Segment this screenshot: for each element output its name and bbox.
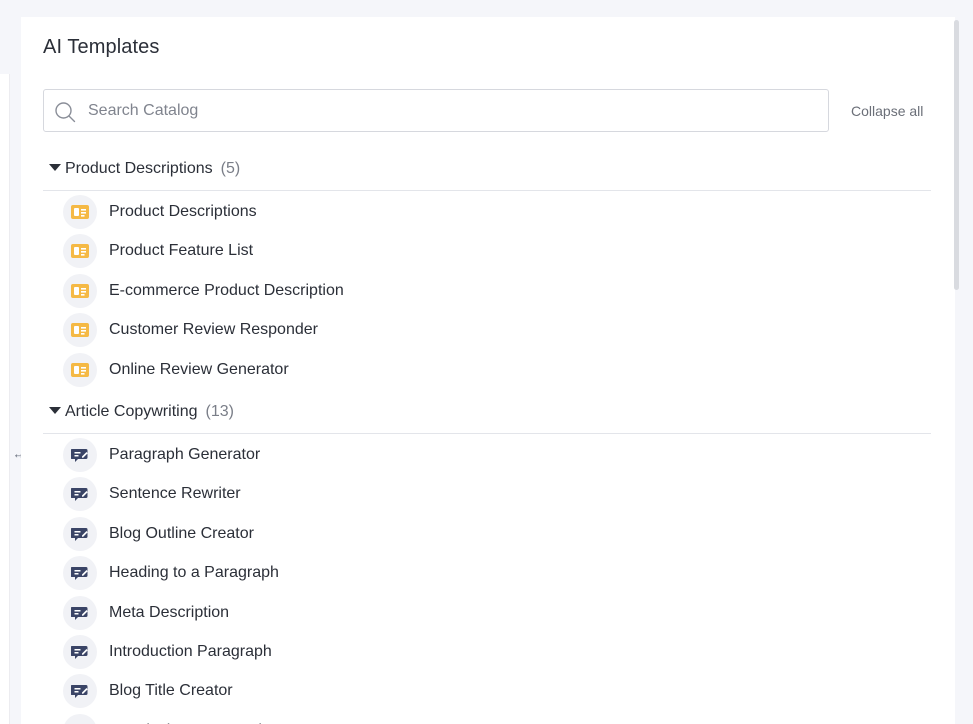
caret-down-icon bbox=[49, 164, 61, 171]
article-edit-icon bbox=[63, 477, 97, 512]
template-item-label: Product Descriptions bbox=[109, 203, 257, 220]
template-item-label: Paragraph Generator bbox=[109, 446, 261, 463]
template-item-label: Blog Outline Creator bbox=[109, 524, 254, 542]
template-item[interactable]: Blog Title Creator bbox=[43, 670, 931, 709]
template-group: Product Descriptions (5) Product Descripti… bbox=[43, 148, 931, 388]
template-item[interactable]: E-commerce Product Description bbox=[43, 270, 931, 309]
article-edit-icon bbox=[63, 713, 97, 724]
template-item-label: E-commerce Product Description bbox=[109, 281, 344, 299]
search-icon bbox=[55, 102, 76, 123]
article-edit-icon bbox=[63, 556, 97, 591]
template-item[interactable]: Heading to a Paragraph bbox=[43, 552, 931, 591]
article-edit-icon bbox=[63, 634, 97, 669]
template-item-label: Blog Title Creator bbox=[109, 682, 233, 700]
template-item-label: Customer Review Responder bbox=[109, 321, 318, 339]
search-box[interactable] bbox=[43, 89, 829, 132]
group-header[interactable]: Product Descriptions (5) bbox=[43, 148, 931, 191]
group-title-text: Article Copywriting bbox=[65, 403, 198, 420]
product-card-icon bbox=[63, 273, 97, 308]
collapse-all-button[interactable]: Collapse all bbox=[851, 103, 923, 119]
template-item-label: Heading to a Paragraph bbox=[109, 564, 279, 582]
template-item-label: Online Review Generator bbox=[109, 360, 289, 378]
group-count: (5) bbox=[220, 160, 241, 177]
page-title: AI Templates bbox=[43, 36, 160, 58]
product-card-icon bbox=[63, 313, 97, 348]
article-edit-icon bbox=[63, 516, 97, 551]
template-item[interactable]: Blog Outline Creator bbox=[43, 513, 931, 552]
search-input[interactable] bbox=[88, 90, 818, 131]
template-item-label: Sentence Rewriter bbox=[109, 485, 241, 503]
group-title: Article Copywriting (13) bbox=[65, 403, 234, 421]
group-title: Product Descriptions (5) bbox=[65, 160, 240, 178]
product-card-icon bbox=[63, 195, 97, 229]
product-card-icon bbox=[63, 352, 97, 387]
template-item[interactable]: Paragraph Generator bbox=[43, 434, 931, 473]
article-edit-icon bbox=[63, 438, 97, 472]
template-item[interactable]: Product Feature List bbox=[43, 230, 931, 269]
template-item[interactable]: Meta Description bbox=[43, 592, 931, 631]
product-card-icon bbox=[63, 234, 97, 269]
template-item[interactable]: Product Descriptions bbox=[43, 191, 931, 230]
template-item[interactable]: Conclusion Paragraph bbox=[43, 710, 931, 724]
templates-panel: AI Templates Collapse all Product Descri… bbox=[21, 17, 955, 724]
template-item[interactable]: Online Review Generator bbox=[43, 349, 931, 388]
template-item[interactable]: Customer Review Responder bbox=[43, 309, 931, 348]
group-title-text: Product Descriptions bbox=[65, 160, 213, 177]
article-edit-icon bbox=[63, 674, 97, 709]
group-count: (13) bbox=[205, 403, 234, 420]
group-header[interactable]: Article Copywriting (13) bbox=[43, 391, 931, 434]
left-panel-edge bbox=[0, 74, 10, 724]
template-item-label: Introduction Paragraph bbox=[109, 642, 272, 660]
template-item-label: Meta Description bbox=[109, 603, 230, 621]
template-item[interactable]: Sentence Rewriter bbox=[43, 473, 931, 512]
template-group: Article Copywriting (13) Paragraph Generat… bbox=[43, 391, 931, 724]
template-item[interactable]: Introduction Paragraph bbox=[43, 631, 931, 670]
scrollbar[interactable] bbox=[954, 20, 959, 290]
template-item-label: Product Feature List bbox=[109, 242, 254, 260]
caret-down-icon bbox=[49, 407, 61, 414]
article-edit-icon bbox=[63, 595, 97, 630]
